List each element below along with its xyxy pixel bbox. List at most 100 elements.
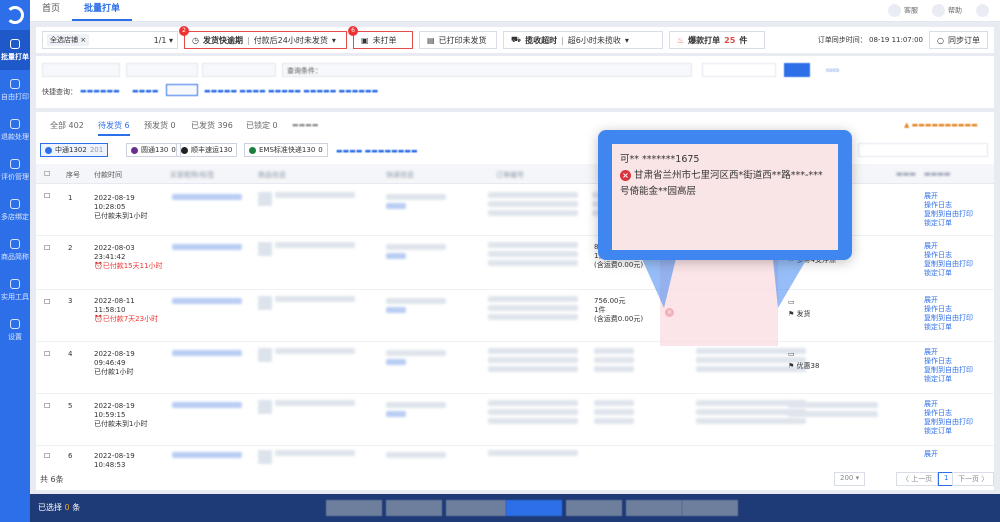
sidebar-item-settings[interactable]: 设置 <box>0 310 30 350</box>
avatar[interactable] <box>976 4 992 17</box>
carrier-ems[interactable]: EMS标准快递130 0 <box>244 143 328 157</box>
status-tab-preship[interactable]: 预发货 0 <box>144 120 176 131</box>
truck-icon: ⛟ <box>511 35 522 44</box>
filter-bar: 全选店铺 × 1/1 ▾ 2 ◷ 发货快逾期 | 付款后24小时未发货 ▾ 6 … <box>36 26 994 53</box>
table-row[interactable]: ☐ 6 2022-08-19 10:48:53 展开 <box>36 446 994 469</box>
row-checkbox[interactable]: ☐ <box>44 350 50 359</box>
search-button[interactable] <box>784 63 810 77</box>
address-line: × 甘肃省兰州市七里河区西*街道西**路***-*** <box>620 168 830 184</box>
close-icon[interactable]: × <box>80 36 86 44</box>
row-checkbox[interactable]: ☐ <box>44 244 50 253</box>
unprinted-filter[interactable]: 6 ▣ 未打单 <box>348 26 413 49</box>
quick-query-4[interactable]: ▬▬▬▬▬ ▬▬▬▬ ▬▬▬▬▬ ▬▬▬▬▬ ▬▬▬▬▬▬ <box>204 87 378 95</box>
row-ops: 展开 操作日志 复制到自由打印 锁定订单 <box>924 192 973 227</box>
status-tab-all[interactable]: 全部 402 <box>50 120 84 131</box>
th-ops: ▬▬▬▬ <box>924 170 951 178</box>
link-icon <box>10 198 20 209</box>
ship-deadline-filter[interactable]: 2 ◷ 发货快逾期 | 付款后24小时未发货 ▾ <box>179 26 347 49</box>
sidebar-item-review[interactable]: 评价管理 <box>0 150 30 190</box>
bottom-action-5[interactable] <box>566 500 622 516</box>
sidebar-item-batch-print[interactable]: 批量打单 <box>0 30 30 70</box>
status-tab-pending[interactable]: 待发货 6 <box>98 120 130 136</box>
row-ops: 展开 操作日志 复制到自由打印 锁定订单 <box>924 348 973 383</box>
bottom-action-1[interactable] <box>326 500 382 516</box>
clock-icon: ◷ <box>192 35 199 45</box>
store-selector[interactable]: 全选店铺 × 1/1 ▾ <box>42 31 178 49</box>
row-checkbox[interactable]: ☐ <box>44 402 50 411</box>
row-checkbox[interactable]: ☐ <box>44 298 50 307</box>
row-checkbox[interactable]: ☐ <box>44 452 50 461</box>
next-page-button[interactable]: 下一页 〉 <box>952 472 995 486</box>
sidebar-item-free-print[interactable]: 自由打印 <box>0 70 30 110</box>
th-checkbox[interactable]: ☐ <box>44 170 50 178</box>
row-ops: 展开 操作日志 复制到自由打印 锁定订单 <box>924 400 973 435</box>
carrier-yto[interactable]: 圆通130 0 <box>126 143 181 157</box>
clear-link[interactable]: ▭▭ <box>826 66 839 74</box>
carrier-sf[interactable]: 顺丰速运130 <box>176 143 238 157</box>
store-tag: 全选店铺 × <box>47 34 90 46</box>
prev-page-button[interactable]: 〈 上一页 <box>896 472 939 486</box>
gear-icon <box>10 318 20 329</box>
chevron-down-icon: ▾ <box>331 35 336 45</box>
order-no-input[interactable] <box>42 63 120 77</box>
status-tab-shipped[interactable]: 已发货 396 <box>191 120 233 131</box>
all-conditions-button[interactable] <box>702 63 776 77</box>
help-link[interactable]: 帮助 <box>932 4 962 17</box>
logo-icon <box>6 6 24 24</box>
sidebar-item-refund[interactable]: 退款处理 <box>0 110 30 150</box>
quick-query-3[interactable] <box>166 84 198 96</box>
status-tab-locked[interactable]: 已锁定 0 <box>246 120 278 131</box>
top-tabs: 首页 批量打单 客服 帮助 <box>30 0 1000 22</box>
alarm-icon: ⏰ <box>94 315 103 323</box>
status-tab-blurred[interactable]: ▬▬▬▬ <box>292 121 318 129</box>
bottom-action-print[interactable] <box>506 500 562 516</box>
overdue-status: ⏰已付款15天11小时 <box>94 262 163 270</box>
row-checkbox[interactable]: ☐ <box>44 192 50 201</box>
sidebar-item-tools[interactable]: 实用工具 <box>0 270 30 310</box>
per-page-select[interactable]: 200 ▾ <box>834 472 866 486</box>
add-template-link[interactable]: ▬▬▬▬ ▬▬▬▬▬▬▬▬ <box>336 147 418 155</box>
fire-icon: ♨ <box>677 35 685 45</box>
error-icon: × <box>620 170 631 181</box>
total-count: 共 6条 <box>40 475 64 484</box>
carrier-zto[interactable]: 中通1302 201 <box>40 143 109 157</box>
message-icon: ▭ <box>788 350 795 358</box>
collect-timeout-filter[interactable]: ⛟ 揽收超时 | 超6小时未揽收 ▾ <box>503 31 663 49</box>
top-right-tools: 客服 帮助 <box>888 4 992 17</box>
quick-query-2[interactable]: ▬▬▬▬ <box>132 87 158 95</box>
box-icon <box>10 238 20 249</box>
sidebar-item-product-alias[interactable]: 商品简称 <box>0 230 30 270</box>
query-input[interactable]: 查询条件： <box>282 63 692 77</box>
quick-query-1[interactable]: ▬▬▬▬▬▬ <box>80 87 120 95</box>
table-row[interactable]: ☐ 4 2022-08-19 09:46:49 已付款1小时 ▭ ⚑ 优惠38 … <box>36 342 994 394</box>
sf-logo-icon <box>181 146 188 154</box>
ship-deadline-value: 付款后24小时未发货 <box>253 35 328 45</box>
table-row[interactable]: ☐ 5 2022-08-19 10:59:15 已付款未到1小时 展开 操作日志复… <box>36 394 994 446</box>
bottom-action-bar: 已选择 0 条 <box>30 494 1000 522</box>
quick-query-label: 快捷查询： <box>42 88 77 96</box>
notice-link[interactable]: ▲ ▬▬▬▬▬▬▬▬▬▬ <box>904 121 978 129</box>
ship-deadline-badge: 2 <box>179 26 189 36</box>
th-orderno: 订单编号 <box>496 171 524 179</box>
printer-icon <box>10 78 20 89</box>
bottom-action-7[interactable] <box>682 500 738 516</box>
bottom-action-3[interactable] <box>446 500 506 516</box>
region-select[interactable] <box>202 63 276 77</box>
printer-icon: ▤ <box>427 35 435 45</box>
customer-service-link[interactable]: 客服 <box>888 4 918 17</box>
bottom-action-6[interactable] <box>626 500 682 516</box>
hot-print-filter[interactable]: ♨ 爆款打单 25 件 <box>669 31 765 49</box>
flag-select[interactable] <box>126 63 198 77</box>
bottom-action-2[interactable] <box>386 500 442 516</box>
printed-unshipped-filter[interactable]: ▤ 已打印未发货 <box>419 31 497 49</box>
th-product: 商品信息 <box>258 171 286 179</box>
tab-batch-print[interactable]: 批量打单 <box>72 0 133 21</box>
store-count: 1/1 ▾ <box>153 35 173 45</box>
sidebar-item-multistore[interactable]: 多店绑定 <box>0 190 30 230</box>
merge-select[interactable] <box>858 143 988 157</box>
flag-icon: ⚑ <box>788 310 795 318</box>
sync-orders-button[interactable]: ○ 同步订单 <box>929 31 988 49</box>
sidebar: 批量打单 自由打印 退款处理 评价管理 多店绑定 商品简称 实用工具 设置 <box>0 0 30 522</box>
tab-home[interactable]: 首页 <box>30 0 72 21</box>
flag-icon: ⚑ <box>788 362 795 370</box>
